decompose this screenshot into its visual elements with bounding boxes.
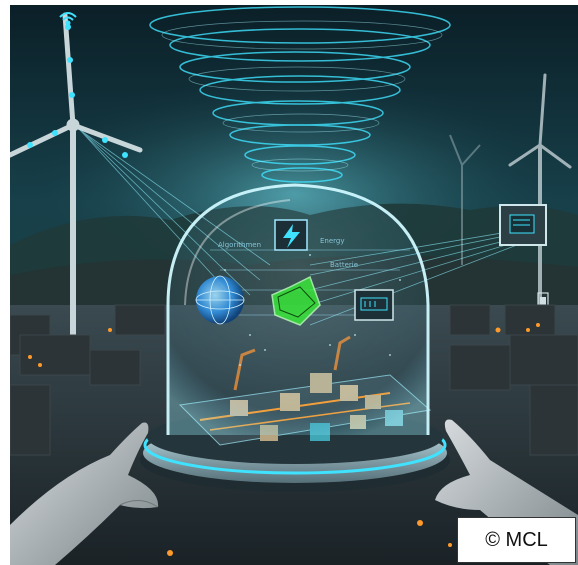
hud-label-center: Energy (320, 237, 345, 245)
lightning-icon (274, 219, 308, 251)
hud-label-right: Batterie (330, 261, 358, 269)
ai-factory-illustration: Algorithmen Energy Batterie (10, 5, 578, 565)
cpu-chip-icon (499, 204, 547, 246)
globe-icon (195, 275, 245, 325)
monitor-icon (354, 289, 394, 321)
hud-label-left: Algorithmen (218, 241, 261, 249)
copyright-label: © MCL (457, 517, 576, 563)
